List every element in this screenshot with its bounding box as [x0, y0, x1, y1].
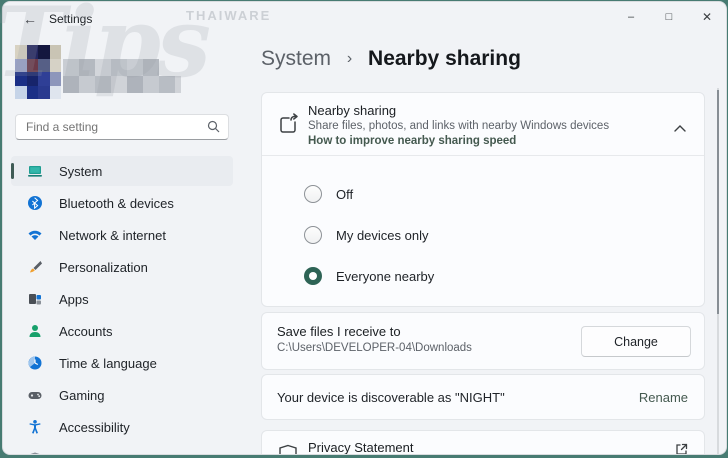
improve-speed-link[interactable]: How to improve nearby sharing speed [308, 135, 516, 147]
sidebar-item-privacy-security[interactable]: Privacy & security [11, 444, 233, 455]
sidebar-item-gaming[interactable]: Gaming [11, 380, 233, 410]
nearby-sharing-title: Nearby sharing [308, 103, 397, 118]
sidebar-item-label: Time & language [59, 355, 157, 371]
save-files-path: C:\Users\DEVELOPER-04\Downloads [277, 342, 472, 354]
radio-label: My devices only [336, 227, 429, 243]
maximize-button[interactable]: □ [650, 2, 688, 32]
brush-icon [27, 259, 43, 275]
discoverable-card: Your device is discoverable as "NIGHT" R… [261, 374, 705, 420]
nearby-sharing-card: Nearby sharing Share files, photos, and … [261, 92, 705, 307]
breadcrumb-system[interactable]: System [261, 47, 331, 70]
change-button[interactable]: Change [581, 326, 691, 357]
sidebar-item-label: Privacy & security [59, 452, 162, 455]
titlebar: ← Settings – □ ✕ [3, 2, 726, 36]
breadcrumb: System › Nearby sharing [261, 47, 521, 71]
privacy-icon [27, 451, 43, 454]
sidebar-item-accounts[interactable]: Accounts [11, 316, 233, 346]
sidebar-item-bluetooth-devices[interactable]: Bluetooth & devices [11, 188, 233, 218]
radio-circle-selected[interactable] [304, 267, 322, 285]
account-name-redacted [63, 59, 159, 76]
close-button[interactable]: ✕ [688, 2, 726, 32]
discoverable-text: Your device is discoverable as "NIGHT" [277, 390, 505, 405]
sidebar-item-apps[interactable]: Apps [11, 284, 233, 314]
radio-circle[interactable] [304, 226, 322, 244]
privacy-statement-title: Privacy Statement [308, 440, 414, 455]
sidebar-item-label: System [59, 163, 103, 179]
privacy-statement-card[interactable]: Privacy Statement Understand how Microso… [261, 430, 705, 455]
chevron-up-icon[interactable] [674, 119, 686, 137]
clock-icon [27, 355, 43, 371]
divider [262, 155, 704, 156]
window-title: Settings [49, 12, 93, 26]
window-controls: – □ ✕ [612, 2, 726, 32]
sidebar-item-label: Accounts [59, 323, 113, 339]
share-icon [277, 112, 301, 141]
search-icon[interactable] [207, 120, 220, 138]
sidebar-item-personalization[interactable]: Personalization [11, 252, 233, 282]
gamepad-icon [27, 387, 43, 403]
sidebar-item-label: Personalization [59, 259, 148, 275]
radio-label: Off [336, 186, 354, 202]
selection-pill [11, 163, 14, 179]
sidebar-item-accessibility[interactable]: Accessibility [11, 412, 233, 442]
apps-icon [27, 291, 43, 307]
sidebar-item-label: Bluetooth & devices [59, 195, 174, 211]
minimize-button[interactable]: – [612, 2, 650, 32]
sidebar-item-time-language[interactable]: Time & language [11, 348, 233, 378]
sidebar-item-network-internet[interactable]: Network & internet [11, 220, 233, 250]
scrollbar-thumb[interactable] [717, 90, 719, 314]
sidebar-nav: System Bluetooth & devices Network & int… [11, 156, 233, 455]
external-link-icon[interactable] [675, 443, 688, 454]
page-title: Nearby sharing [368, 47, 521, 70]
sidebar-item-label: Accessibility [59, 419, 130, 435]
back-button[interactable]: ← [17, 8, 43, 30]
breadcrumb-separator: › [346, 50, 353, 67]
account-email-redacted [63, 76, 181, 93]
wifi-icon [27, 227, 43, 243]
sidebar-item-label: Network & internet [59, 227, 166, 243]
nearby-sharing-description: Share files, photos, and links with near… [308, 120, 610, 132]
search-box [15, 114, 229, 140]
rename-link[interactable]: Rename [639, 390, 688, 405]
avatar[interactable] [15, 45, 61, 99]
radio-circle[interactable] [304, 185, 322, 203]
sidebar-item-system[interactable]: System [11, 156, 233, 186]
accounts-icon [27, 323, 43, 339]
bluetooth-icon [27, 195, 43, 211]
radio-label: Everyone nearby [336, 268, 435, 284]
system-icon [27, 163, 43, 179]
radio-off[interactable]: Off [304, 185, 353, 203]
radio-my-devices-only[interactable]: My devices only [304, 226, 428, 244]
settings-window: ← Settings – □ ✕ System [2, 1, 727, 455]
save-files-card: Save files I receive to C:\Users\DEVELOP… [261, 312, 705, 370]
shield-icon [278, 444, 298, 454]
search-input[interactable] [26, 115, 196, 139]
sidebar-item-label: Gaming [59, 387, 105, 403]
accessibility-icon [27, 419, 43, 435]
sidebar-item-label: Apps [59, 291, 89, 307]
save-files-title: Save files I receive to [277, 324, 401, 339]
radio-everyone-nearby[interactable]: Everyone nearby [304, 267, 434, 285]
